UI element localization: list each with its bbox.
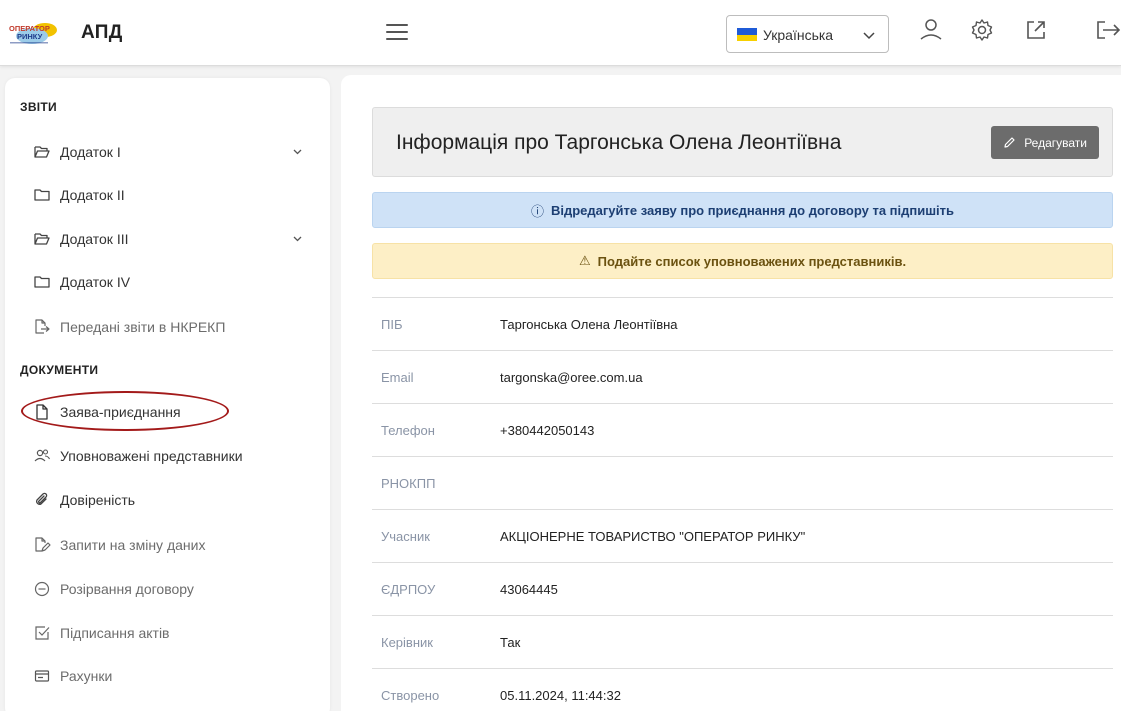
app-title: АПД [81, 22, 123, 43]
folder-open-icon [34, 233, 50, 245]
ukraine-flag-icon [737, 28, 757, 41]
sidebar-item-label: Додаток III [60, 231, 129, 247]
page-title: Інформація про Таргонська Олена Леонтіїв… [396, 131, 842, 154]
table-row: Керівник Так [372, 615, 1113, 668]
check-square-icon [35, 626, 50, 640]
field-label: Створено [381, 688, 440, 703]
edit-button-label: Редагувати [1024, 135, 1087, 150]
sidebar-item-label: Додаток IV [60, 274, 131, 290]
sidebar-item-dodatok-1[interactable]: Додаток I [33, 140, 313, 164]
table-row: РНОКПП [372, 456, 1113, 509]
menu-icon[interactable] [386, 24, 408, 42]
external-link-icon[interactable] [1023, 17, 1049, 43]
field-value: АКЦІОНЕРНЕ ТОВАРИСТВО "ОПЕРАТОР РИНКУ" [500, 529, 806, 544]
table-row: ПІБ Таргонська Олена Леонтіївна [372, 297, 1113, 350]
sidebar-item-label: Уповноважені представники [60, 448, 243, 464]
field-label: РНОКПП [381, 476, 436, 491]
chevron-down-icon [293, 149, 302, 155]
sidebar: ЗВІТИ Додаток I Додаток II Додаток III Д… [5, 78, 330, 711]
sidebar-item-submitted-reports[interactable]: Передані звіти в НКРЕКП [33, 315, 313, 339]
svg-text:РИНКУ: РИНКУ [17, 32, 43, 41]
field-value: Таргонська Олена Леонтіївна [500, 317, 678, 332]
sidebar-item-dodatok-3[interactable]: Додаток III [33, 227, 313, 251]
field-label: Телефон [381, 423, 435, 438]
title-bar: Інформація про Таргонська Олена Леонтіїв… [372, 107, 1113, 177]
field-label: Email [381, 370, 414, 385]
reports-section-title: ЗВІТИ [20, 100, 57, 114]
language-label: Українська [763, 27, 834, 43]
field-value: 05.11.2024, 11:44:32 [500, 688, 621, 703]
warning-alert-text: Подайте список уповноважених представник… [597, 253, 907, 269]
field-value: targonska@oree.com.ua [500, 370, 643, 385]
folder-icon [34, 276, 50, 288]
table-row: Учасник АКЦІОНЕРНЕ ТОВАРИСТВО "ОПЕРАТОР … [372, 509, 1113, 562]
sidebar-item-label: Рахунки [60, 668, 113, 684]
table-row: Створено 05.11.2024, 11:44:32 [372, 668, 1113, 711]
file-icon [36, 404, 48, 420]
warning-alert: ⚠ Подайте список уповноважених представн… [372, 243, 1113, 279]
language-select[interactable]: Українська [726, 15, 889, 53]
sidebar-item-dodatok-4[interactable]: Додаток IV [33, 270, 313, 294]
sidebar-item-signing-acts[interactable]: Підписання актів [33, 621, 313, 645]
field-label: Учасник [381, 529, 430, 544]
warning-icon: ⚠ [578, 253, 591, 268]
folder-icon [34, 189, 50, 201]
sidebar-item-label: Довіреність [60, 492, 136, 508]
sidebar-item-invoices[interactable]: Рахунки [33, 664, 313, 688]
logout-icon[interactable] [1093, 17, 1121, 43]
top-bar: ОПЕРАТОР РИНКУ АПД Українська [0, 0, 1121, 66]
sidebar-item-label: Заява-приєднання [60, 404, 181, 420]
minus-circle-icon [34, 581, 50, 597]
sidebar-item-data-change-requests[interactable]: Запити на зміну даних [33, 533, 313, 557]
sidebar-item-label: Передані звіти в НКРЕКП [60, 319, 226, 335]
field-label: ПІБ [381, 317, 403, 332]
invoice-icon [34, 670, 50, 682]
folder-open-icon [34, 146, 50, 158]
info-icon: ⓘ [530, 203, 544, 219]
field-label: ЄДРПОУ [381, 582, 436, 597]
sidebar-item-dodatok-2[interactable]: Додаток II [33, 183, 313, 207]
info-alert-text: Відредагуйте заяву про приєднання до дог… [550, 202, 955, 218]
info-alert: ⓘ Відредагуйте заяву про приєднання до д… [372, 192, 1113, 228]
users-icon [34, 449, 50, 462]
sidebar-item-label: Додаток I [60, 144, 121, 160]
field-value: Так [500, 635, 521, 650]
sidebar-item-authorized-representatives[interactable]: Уповноважені представники [33, 444, 313, 468]
edit-button[interactable]: Редагувати [991, 126, 1099, 159]
sidebar-item-label: Розірвання договору [60, 581, 194, 597]
table-row: Email targonska@oree.com.ua [372, 350, 1113, 403]
sidebar-item-accession-application[interactable]: Заява-приєднання [33, 400, 313, 424]
table-row: ЄДРПОУ 43064445 [372, 562, 1113, 615]
pencil-icon [1004, 137, 1015, 148]
main-content: Інформація про Таргонська Олена Леонтіїв… [341, 75, 1121, 711]
sidebar-item-power-of-attorney[interactable]: Довіреність [33, 488, 313, 512]
info-table: ПІБ Таргонська Олена Леонтіївна Email ta… [372, 297, 1113, 711]
field-value: 43064445 [500, 582, 558, 597]
chevron-down-icon [863, 32, 875, 40]
file-edit-icon [35, 537, 51, 552]
file-export-icon [35, 319, 50, 334]
sidebar-item-label: Додаток II [60, 187, 125, 203]
user-icon[interactable] [918, 17, 944, 43]
field-value: +380442050143 [500, 423, 595, 438]
chevron-down-icon [293, 236, 302, 242]
paperclip-icon [36, 492, 48, 505]
sidebar-item-label: Запити на зміну даних [60, 537, 206, 553]
operator-rynku-logo[interactable]: ОПЕРАТОР РИНКУ [8, 22, 70, 46]
sidebar-item-label: Підписання актів [60, 625, 170, 641]
sidebar-item-contract-termination[interactable]: Розірвання договору [33, 577, 313, 601]
documents-section-title: ДОКУМЕНТИ [20, 363, 99, 377]
field-label: Керівник [381, 635, 433, 650]
gear-icon[interactable] [969, 17, 995, 43]
table-row: Телефон +380442050143 [372, 403, 1113, 456]
